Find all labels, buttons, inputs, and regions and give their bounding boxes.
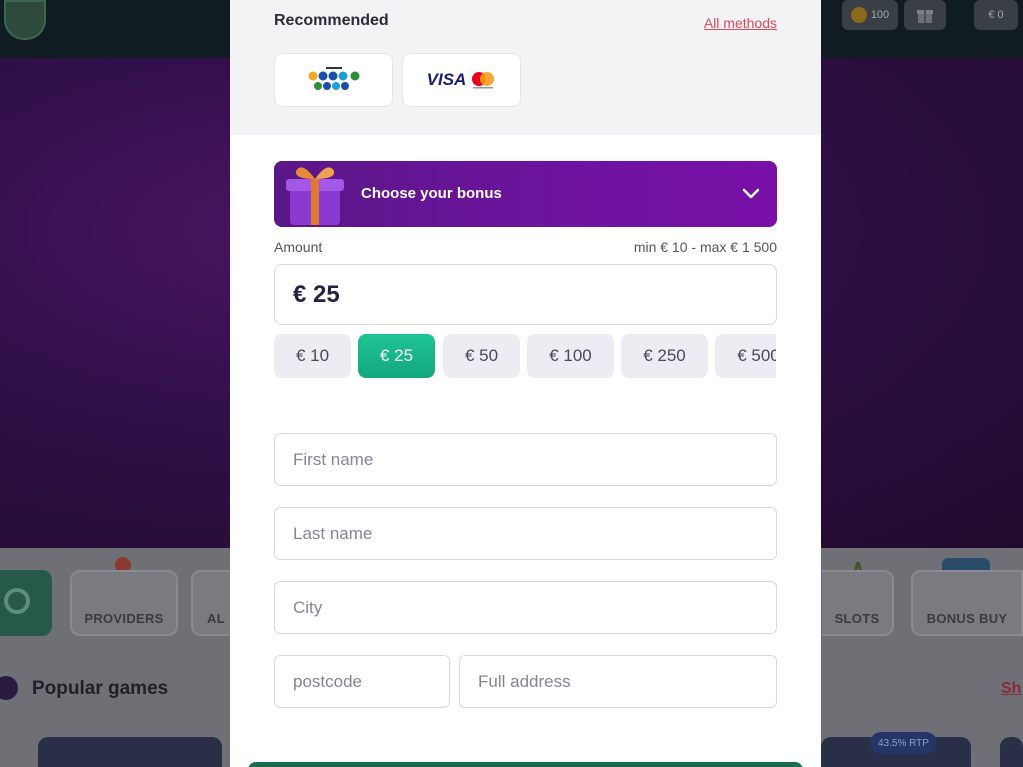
recommended-section: Recommended All methods VISA [230, 0, 821, 135]
rtp-badge: 43.5% RTP [870, 732, 937, 754]
mastercard-icon [472, 72, 495, 89]
preset-500[interactable]: € 500 [715, 334, 776, 378]
payment-method-card[interactable]: VISA [402, 53, 521, 107]
category-providers[interactable]: PROVIDERS [70, 570, 178, 636]
balance-display[interactable]: € 0 [974, 0, 1018, 30]
preset-250[interactable]: € 250 [621, 334, 708, 378]
amount-label: Amount [274, 239, 323, 255]
recommended-title: Recommended [274, 12, 389, 29]
show-all-link[interactable]: Sh [1001, 680, 1021, 698]
chevron-down-icon [742, 188, 760, 199]
amount-presets: € 10 € 25 € 50 € 100 € 250 € 500 [274, 334, 776, 379]
coin-count: 100 [870, 9, 890, 21]
bank-logos-icon [308, 67, 359, 90]
balance-value: € 0 [988, 9, 1004, 21]
preset-100[interactable]: € 100 [527, 334, 614, 378]
amount-range: min € 10 - max € 1 500 [633, 239, 777, 255]
gift-icon [917, 10, 933, 23]
search-icon [4, 588, 30, 614]
preset-10[interactable]: € 10 [274, 334, 351, 378]
deposit-submit-button[interactable] [248, 762, 803, 767]
last-name-field[interactable]: Last name [274, 507, 777, 560]
gift-box-icon [286, 167, 344, 225]
first-name-field[interactable]: First name [274, 433, 777, 486]
preset-50[interactable]: € 50 [443, 334, 520, 378]
city-field[interactable]: City [274, 581, 777, 634]
section-title: Popular games [32, 678, 169, 699]
category-bonus-buy[interactable]: BONUS BUY [911, 570, 1023, 636]
coin-icon [850, 7, 867, 23]
visa-logo: VISA [426, 70, 467, 89]
site-logo [4, 0, 46, 40]
postcode-field[interactable]: postcode [274, 655, 450, 708]
choose-bonus-dropdown[interactable]: Choose your bonus [274, 161, 777, 227]
coin-counter[interactable]: 100 [842, 0, 898, 30]
game-card[interactable] [38, 737, 222, 767]
address-field[interactable]: Full address [459, 655, 777, 708]
category-slots[interactable]: SLOTS [822, 570, 894, 636]
amount-input[interactable]: € 25 [274, 264, 777, 325]
bonus-label: Choose your bonus [361, 185, 502, 202]
deposit-modal: Recommended All methods VISA Choose your… [230, 0, 821, 767]
all-methods-link[interactable]: All methods [704, 15, 777, 31]
payment-method-bank[interactable] [274, 53, 393, 107]
gift-button[interactable] [904, 0, 946, 30]
search-button[interactable] [0, 570, 52, 636]
game-card[interactable] [1000, 737, 1023, 767]
preset-25[interactable]: € 25 [358, 334, 435, 378]
